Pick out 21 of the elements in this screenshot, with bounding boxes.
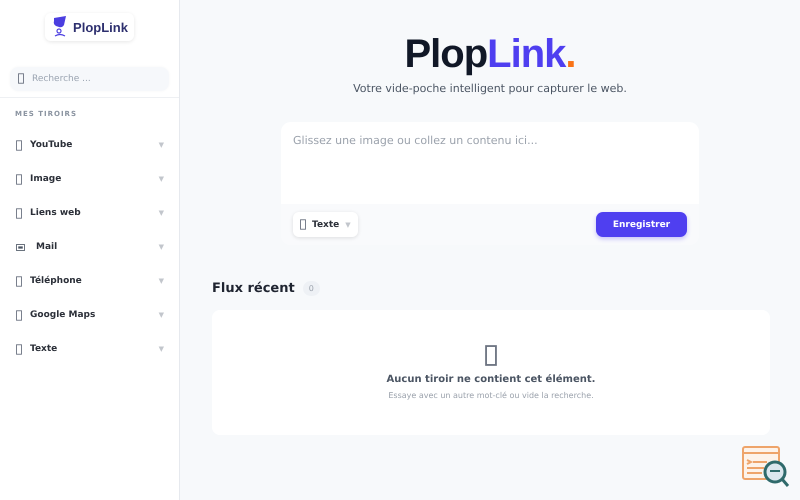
brand-logo[interactable]: PlopLink <box>45 13 134 41</box>
placeholder-icon <box>300 219 306 230</box>
placeholder-icon <box>16 344 22 354</box>
count-badge: 0 <box>302 281 320 296</box>
save-button[interactable]: Enregistrer <box>596 212 687 237</box>
brand-name: PlopLink <box>73 20 128 34</box>
content-input[interactable]: Glissez une image ou collez un contenu ici... <box>281 122 699 204</box>
empty-hint: Essaye avec un autre mot-clé ou vide la recherche. <box>388 391 594 400</box>
envelope-icon <box>16 244 25 250</box>
section-heading: Flux récent <box>212 281 295 296</box>
search-field[interactable]: Recherche ... <box>10 67 169 91</box>
empty-title: Aucun tiroir ne contient cet élément. <box>386 374 596 385</box>
placeholder-icon <box>16 310 22 320</box>
app-title: PlopLink. <box>404 31 576 77</box>
placeholder-icon <box>16 174 22 184</box>
browser-search-icon[interactable] <box>742 446 790 488</box>
tagline: Votre vide-poche intelligent pour capturer le web. <box>353 82 627 95</box>
placeholder-icon <box>485 345 497 366</box>
placeholder-icon <box>16 208 22 218</box>
placeholder-icon <box>16 276 22 286</box>
placeholder-icon <box>16 140 22 150</box>
